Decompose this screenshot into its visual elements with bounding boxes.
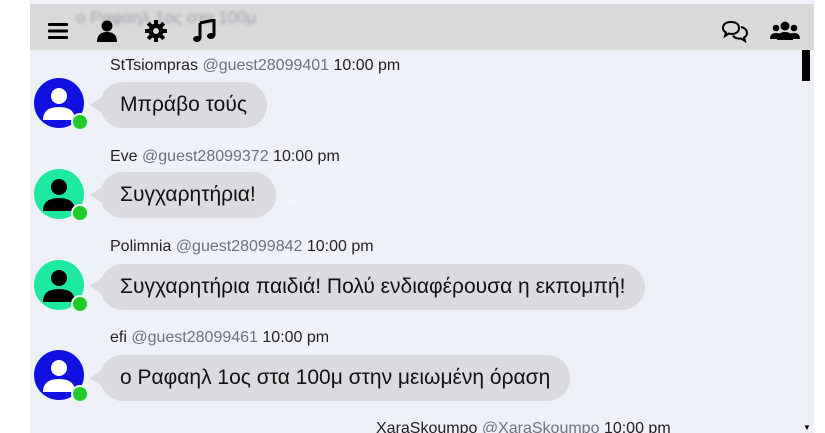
online-status-indicator [71,385,89,403]
user-handle: @guest28099372 [142,148,269,165]
user-handle: @guest28099842 [175,238,303,255]
gear-icon[interactable] [144,19,168,43]
message-bubble: ο Ραφαηλ 1ος στα 100μ στην μειωμένη όρασ… [100,355,571,401]
timestamp: 10:00 pm [262,329,330,346]
username[interactable]: Polimnia [110,238,171,255]
users-icon[interactable] [770,19,800,43]
message-meta: efi @guest28099461 10:00 pm [110,329,329,347]
username[interactable]: Eve [110,148,138,165]
user-handle: @guest28099461 [131,329,258,346]
message-meta: StTsiompras @guest28099401 10:00 pm [110,57,400,75]
scroll-down-arrow-icon[interactable]: ▼ [803,423,811,432]
timestamp: 10:00 pm [273,148,340,165]
typing-indicator: ··· [286,192,303,208]
timestamp: 10:00 pm [603,420,671,433]
online-status-indicator [71,204,89,222]
online-status-indicator [71,295,89,313]
chat-panel: ο Ραφαηλ 1ος στα 100μ StTsiompras @guest… [30,0,814,433]
music-icon[interactable] [192,19,216,43]
username[interactable]: StTsiompras [110,57,198,74]
message-bubble: Συγχαρητήρια! [100,172,276,218]
user-icon[interactable] [96,19,120,43]
top-toolbar: ο Ραφαηλ 1ος στα 100μ [30,4,814,50]
user-handle: @XaraSkoumpo [481,420,600,433]
online-status-indicator [71,113,89,131]
menu-icon[interactable] [48,19,72,43]
message-bubble: Συγχαρητήρια παιδιά! Πολύ ενδιαφέρουσα η… [100,264,646,310]
scrollbar-thumb[interactable] [802,50,810,81]
chat-icon[interactable] [722,19,748,43]
message-bubble: Μπράβο τούς [100,82,267,128]
username[interactable]: efi [110,329,127,346]
user-handle: @guest28099401 [202,57,330,74]
message-meta: Eve @guest28099372 10:00 pm [110,148,340,166]
username[interactable]: XaraSkoumpo [376,420,477,433]
own-message-meta: XaraSkoumpo @XaraSkoumpo 10:00 pm [376,420,671,433]
timestamp: 10:00 pm [333,57,401,74]
timestamp: 10:00 pm [306,238,374,255]
message-meta: Polimnia @guest28099842 10:00 pm [110,238,374,256]
